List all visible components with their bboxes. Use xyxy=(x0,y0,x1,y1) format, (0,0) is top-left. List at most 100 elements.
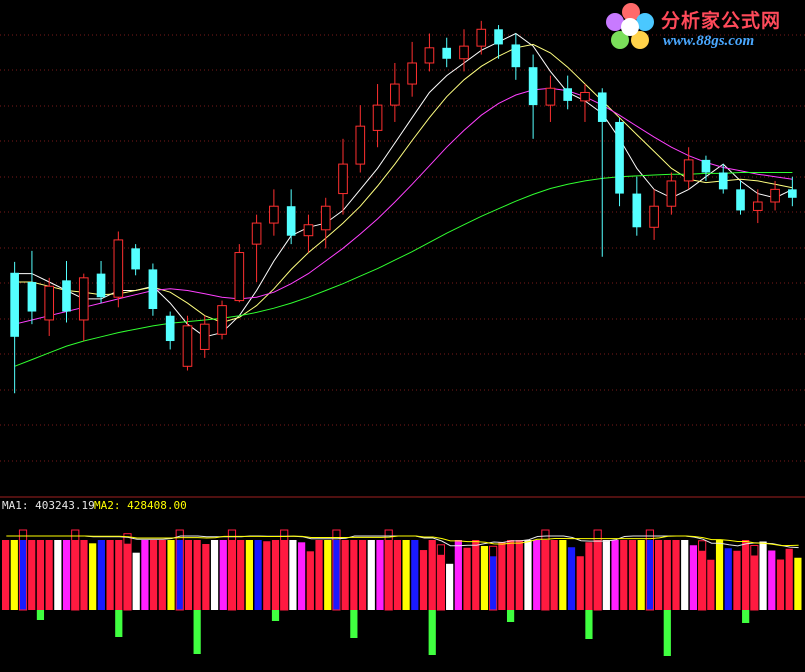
indicator-bar xyxy=(637,540,645,610)
ma1-readout: MA1: 403243.19 xyxy=(2,499,95,512)
indicator-bar xyxy=(411,540,419,610)
candle-body-up xyxy=(372,104,383,131)
candle-body-down xyxy=(736,189,745,211)
indicator-bar xyxy=(202,544,210,610)
indicator-bar xyxy=(80,540,88,610)
candle-body-up xyxy=(78,277,89,321)
candle-body-down xyxy=(632,193,642,228)
indicator-bar xyxy=(97,540,105,610)
stock-chart-canvas[interactable] xyxy=(0,0,805,672)
indicator-bar xyxy=(498,542,506,610)
indicator-bar xyxy=(2,540,10,610)
candle-body-up xyxy=(182,325,193,367)
indicator-bar xyxy=(559,540,567,610)
candle-body-up xyxy=(580,91,590,102)
indicator-bar xyxy=(176,540,184,610)
candle-body-down xyxy=(615,121,624,194)
indicator-bar xyxy=(219,540,227,610)
indicator-bar xyxy=(480,546,489,610)
indicator-bar xyxy=(567,547,576,610)
indicator-bar xyxy=(150,540,158,610)
candle-body-up xyxy=(303,224,314,237)
indicator-bar xyxy=(463,547,471,610)
candle-body-up xyxy=(770,188,780,203)
indicator-bar-negative xyxy=(36,610,45,620)
indicator-bar xyxy=(576,556,584,610)
indicator-bar xyxy=(367,540,375,610)
indicator-bar xyxy=(10,540,18,610)
candle-body-up xyxy=(234,252,245,302)
candle-body-up xyxy=(251,222,262,245)
indicator-bar xyxy=(245,540,253,610)
candle-body-down xyxy=(27,282,37,312)
indicator-bar xyxy=(446,563,454,610)
indicator-bar xyxy=(724,548,732,610)
indicator-bar xyxy=(54,540,62,610)
indicator-bar xyxy=(594,540,602,610)
indicator-bar xyxy=(402,540,410,610)
indicator-bar xyxy=(794,557,802,610)
ma2-readout: MA2: 428408.00 xyxy=(94,499,187,512)
indicator-bar xyxy=(611,540,619,610)
candle-body-down xyxy=(718,172,728,190)
candle-body-down xyxy=(62,280,71,312)
candle-body-up xyxy=(752,201,763,211)
candle-body-up xyxy=(545,87,556,106)
candle-body-down xyxy=(148,269,158,310)
indicator-bar xyxy=(193,540,201,610)
indicator-bar xyxy=(298,542,306,610)
indicator-bar xyxy=(228,540,236,610)
candle-body-up xyxy=(424,47,435,64)
indicator-bar xyxy=(132,552,140,610)
indicator-bar xyxy=(541,540,550,610)
indicator-bar xyxy=(332,540,341,610)
indicator-bar xyxy=(62,540,71,610)
candle-body-down xyxy=(528,67,538,106)
indicator-bar xyxy=(71,540,79,610)
indicator-bar xyxy=(341,540,349,610)
candle-body-down xyxy=(165,315,175,342)
indicator-bar xyxy=(715,540,724,610)
indicator-bar xyxy=(681,540,689,610)
indicator-bar-negative xyxy=(271,610,280,621)
indicator-bar xyxy=(428,540,436,610)
indicator-bar xyxy=(45,540,53,610)
indicator-bar xyxy=(515,540,523,610)
indicator-bar-negative xyxy=(428,610,436,655)
candle-body-down xyxy=(10,272,19,337)
indicator-bar xyxy=(280,540,288,610)
candle-body-up xyxy=(338,163,348,195)
indicator-bar xyxy=(167,540,175,610)
indicator-bar xyxy=(141,540,149,610)
indicator-bar xyxy=(550,540,558,610)
indicator-bar xyxy=(620,540,628,610)
flower-logo-icon xyxy=(606,3,654,49)
candle-body-down xyxy=(286,206,296,236)
candle-body-down xyxy=(494,29,503,45)
candle-body-up xyxy=(355,125,366,165)
indicator-bar xyxy=(184,540,193,610)
indicator-bar xyxy=(472,540,480,610)
indicator-bar xyxy=(315,540,323,610)
indicator-bar-negative xyxy=(350,610,358,638)
candle-body-down xyxy=(788,189,797,198)
indicator-bar xyxy=(689,545,698,610)
indicator-bar xyxy=(602,540,610,610)
indicator-bar xyxy=(785,548,793,610)
indicator-bar xyxy=(306,551,314,610)
indicator-bar xyxy=(324,540,332,610)
indicator-bar xyxy=(646,540,654,610)
indicator-bar xyxy=(19,540,27,610)
candle-body-down xyxy=(96,273,106,298)
indicator-bar xyxy=(106,540,114,610)
indicator-bar xyxy=(263,541,271,610)
indicator-bar xyxy=(707,559,715,610)
indicator-bar xyxy=(750,555,758,610)
indicator-bar xyxy=(210,540,219,610)
indicator-bar xyxy=(158,540,166,610)
indicator-bar xyxy=(358,540,367,610)
candle-body-down xyxy=(701,159,711,173)
indicator-bar xyxy=(628,540,637,610)
watermark-logo: 分析家公式网 www.88gs.com xyxy=(603,2,801,54)
indicator-bar xyxy=(759,541,767,610)
